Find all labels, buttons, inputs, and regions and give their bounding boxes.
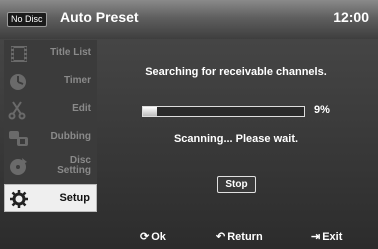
- progress-percent: 9%: [314, 104, 330, 116]
- sidebar-item-title-list[interactable]: Title List: [4, 40, 97, 68]
- exit-hint[interactable]: ⇥ Exit: [311, 230, 342, 243]
- film-icon: [11, 46, 27, 62]
- stop-button[interactable]: Stop: [217, 176, 256, 193]
- footer-bar: ⟳ Ok ↶ Return ⇥ Exit: [0, 224, 378, 249]
- sidebar-item-label: Disc Setting: [57, 155, 91, 176]
- screen: No Disc Auto Preset 12:00 Title List Tim…: [0, 0, 378, 249]
- sidebar-item-label: Setup: [59, 192, 90, 204]
- sidebar-item-dubbing[interactable]: Dubbing: [4, 124, 97, 152]
- page-title: Auto Preset: [60, 9, 139, 25]
- disc-icon: [10, 158, 27, 175]
- sidebar-item-timer[interactable]: Timer: [4, 68, 97, 96]
- clock: 12:00: [333, 9, 369, 25]
- exit-label: Exit: [322, 231, 343, 243]
- search-message: Searching for receivable channels.: [145, 66, 327, 78]
- sidebar-item-setup[interactable]: Setup: [4, 184, 97, 212]
- ok-icon: ⟳: [140, 231, 150, 243]
- sidebar-item-label: Timer: [63, 75, 91, 86]
- sidebar-item-disc-setting[interactable]: Disc Setting: [4, 152, 97, 180]
- sidebar-menu: Title List Timer Edit Dubbing Disc Setti…: [4, 40, 97, 212]
- progress-fill: [143, 107, 158, 116]
- return-label: Return: [227, 231, 263, 243]
- main-panel: Searching for receivable channels. 9% Sc…: [100, 40, 372, 212]
- scissors-icon: [8, 101, 26, 120]
- disc-status-badge: No Disc: [7, 12, 47, 27]
- sidebar-item-label: Dubbing: [50, 131, 91, 142]
- sidebar-item-label: Edit: [72, 103, 91, 114]
- sidebar-item-label: Title List: [50, 47, 91, 58]
- dubbing-icon: [9, 131, 28, 146]
- return-icon: ↶: [216, 231, 226, 243]
- exit-icon: ⇥: [311, 231, 321, 243]
- ok-label: Ok: [151, 231, 166, 243]
- clock-icon: [10, 74, 26, 90]
- progress-bar: [142, 106, 305, 117]
- sidebar-item-edit[interactable]: Edit: [4, 96, 97, 124]
- gear-icon: [10, 190, 28, 208]
- header-bar: No Disc Auto Preset 12:00: [0, 0, 378, 39]
- scan-status: Scanning... Please wait.: [173, 133, 299, 145]
- ok-hint[interactable]: ⟳ Ok: [140, 230, 166, 243]
- return-hint[interactable]: ↶ Return: [216, 230, 263, 243]
